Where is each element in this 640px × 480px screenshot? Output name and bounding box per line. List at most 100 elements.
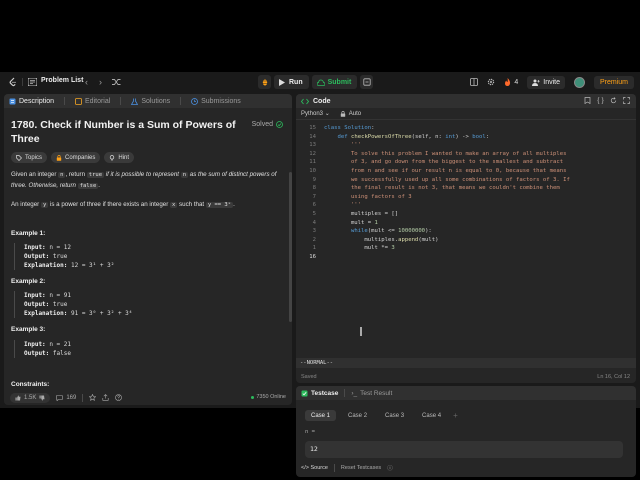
tab-solutions-label: Solutions xyxy=(141,97,171,105)
prev-problem-icon[interactable]: ‹ xyxy=(85,76,88,88)
input-value: n = 21 xyxy=(49,341,71,348)
code-line[interactable]: 5 multiples = [] xyxy=(296,210,636,219)
premium-button[interactable]: Premium xyxy=(593,75,634,89)
line-number: 5 xyxy=(312,211,316,217)
explanation-label: Explanation: xyxy=(24,310,68,317)
user-avatar[interactable] xyxy=(573,76,585,88)
settings-gear-icon[interactable] xyxy=(487,78,495,86)
top-navbar: Problem List ‹ › Run Submit 4 Invite Pre… xyxy=(0,72,640,92)
language-select[interactable]: Python3 ⌄ xyxy=(301,110,330,117)
add-case-icon[interactable]: + xyxy=(453,411,458,420)
code-text: we successfully used up all some combina… xyxy=(324,176,570,183)
tab-description[interactable]: Description xyxy=(9,98,54,105)
testcase-input[interactable]: 12 xyxy=(305,441,623,458)
line-number: 11 xyxy=(309,159,316,166)
lock-icon xyxy=(340,110,345,117)
star-icon[interactable] xyxy=(89,394,97,401)
layout-icon[interactable] xyxy=(470,78,479,86)
code-line[interactable]: 7 using factors of 3 xyxy=(296,193,636,202)
description-scrollbar[interactable] xyxy=(289,172,292,322)
expand-icon[interactable] xyxy=(623,97,630,104)
input-value: n = 91 xyxy=(49,292,71,299)
example-row: Output: true xyxy=(24,300,274,309)
description-panel: Description Editorial Solutions Submissi… xyxy=(4,94,292,405)
tab-submissions[interactable]: Submissions xyxy=(191,98,241,105)
next-problem-icon[interactable]: › xyxy=(99,76,102,88)
companies-chip[interactable]: Companies xyxy=(51,152,101,163)
case-tab[interactable]: Case 2 xyxy=(342,410,373,421)
leetcode-logo-icon[interactable] xyxy=(8,77,18,87)
code-line[interactable]: 16 xyxy=(296,253,636,262)
document-icon xyxy=(9,98,16,104)
tab-test-result[interactable]: ›_ Test Result xyxy=(351,390,392,397)
code-line[interactable]: 3 while(mult <= 10000000): xyxy=(296,227,636,236)
comment-count: 169 xyxy=(66,394,77,401)
code-line[interactable]: 4 mult = 1 xyxy=(296,219,636,228)
code-line[interactable]: 12 To solve this problem I wanted to mak… xyxy=(296,150,636,159)
invite-label: Invite xyxy=(543,78,560,86)
code-line[interactable]: 1 mult *= 3 xyxy=(296,244,636,253)
run-button[interactable]: Run xyxy=(274,75,309,89)
code-line[interactable]: 10 from n and see if our result n is equ… xyxy=(296,167,636,176)
code-line[interactable]: 2 multiples.append(mult) xyxy=(296,236,636,245)
tab-submissions-label: Submissions xyxy=(201,97,241,105)
tab-description-label: Description xyxy=(19,97,55,105)
source-button[interactable]: </> Source xyxy=(301,465,328,471)
streak-counter[interactable]: 4 xyxy=(504,78,518,86)
help-icon[interactable]: ⓘ xyxy=(387,464,393,472)
like-button[interactable]: 1.5K xyxy=(10,392,51,403)
code-text: def checkPowersOfThree(self, n: int) -> … xyxy=(337,133,490,140)
output-label: Output: xyxy=(24,350,50,357)
line-number: 14 xyxy=(309,133,316,140)
online-label: 7350 Online xyxy=(256,394,286,400)
tab-testcase[interactable]: Testcase xyxy=(301,390,338,397)
reset-icon[interactable] xyxy=(610,97,617,104)
output-value: true xyxy=(52,301,68,308)
line-number: 4 xyxy=(312,219,316,226)
case-tab[interactable]: Case 4 xyxy=(416,410,447,421)
code-editor[interactable]: 15 class Solution: 14 def checkPowersOfThr… xyxy=(296,122,636,358)
list-icon[interactable] xyxy=(28,78,37,86)
tab-editorial-label: Editorial xyxy=(85,97,111,105)
tab-solutions[interactable]: Solutions xyxy=(131,98,170,105)
help-icon[interactable] xyxy=(115,394,123,401)
auto-toggle[interactable]: Auto xyxy=(340,111,361,117)
code-text: To solve this problem I wanted to make a… xyxy=(324,150,567,157)
code-text: the final result is not 3, that means we… xyxy=(324,185,560,192)
case-tab[interactable]: Case 3 xyxy=(379,410,410,421)
comments-button[interactable]: 169 xyxy=(56,395,76,401)
example-2-block: Input: n = 91 Output: true Explanation: … xyxy=(14,291,274,318)
text: An integer xyxy=(11,201,41,208)
submit-button[interactable]: Submit xyxy=(311,75,358,89)
debug-button[interactable] xyxy=(258,75,271,89)
share-icon[interactable] xyxy=(102,394,109,401)
notes-button[interactable] xyxy=(360,75,374,89)
bookmark-icon[interactable] xyxy=(584,97,591,104)
tab-editorial[interactable]: Editorial xyxy=(75,98,110,105)
line-number: 6 xyxy=(312,202,316,209)
code-line[interactable]: 8 the final result is not 3, that means … xyxy=(296,184,636,193)
problem-chips: Topics Companies Hint xyxy=(11,152,135,163)
line-number: 2 xyxy=(312,236,316,243)
code-text: multiples.append(mult) xyxy=(324,236,439,243)
case-tab[interactable]: Case 1 xyxy=(305,410,337,421)
code-line[interactable]: 6 ''' xyxy=(296,201,636,210)
problem-list-link[interactable]: Problem List xyxy=(41,77,83,84)
code-line[interactable]: 11 of 3, and go down from the biggest to… xyxy=(296,158,636,167)
history-icon xyxy=(191,97,199,105)
code-line[interactable]: 13 ''' xyxy=(296,141,636,150)
shuffle-icon[interactable] xyxy=(112,78,121,86)
topics-chip[interactable]: Topics xyxy=(11,152,48,163)
testcase-panel: Testcase ›_ Test Result Case 1 Case 2 Ca… xyxy=(296,386,636,477)
code-line[interactable]: 14 def checkPowersOfThree(self, n: int) … xyxy=(296,133,636,142)
hint-chip[interactable]: Hint xyxy=(104,152,135,163)
code-text: while(mult <= 10000000): xyxy=(350,228,432,235)
code-line[interactable]: 15 class Solution: xyxy=(296,124,636,133)
invite-button[interactable]: Invite xyxy=(527,75,565,89)
divider xyxy=(64,97,66,105)
text: . xyxy=(233,201,235,208)
braces-icon[interactable] xyxy=(597,97,604,104)
code-line[interactable]: 9 we successfully used up all some combi… xyxy=(296,176,636,185)
thumbs-down-icon[interactable] xyxy=(39,395,45,401)
reset-testcases-button[interactable]: Reset Testcases xyxy=(341,465,381,471)
